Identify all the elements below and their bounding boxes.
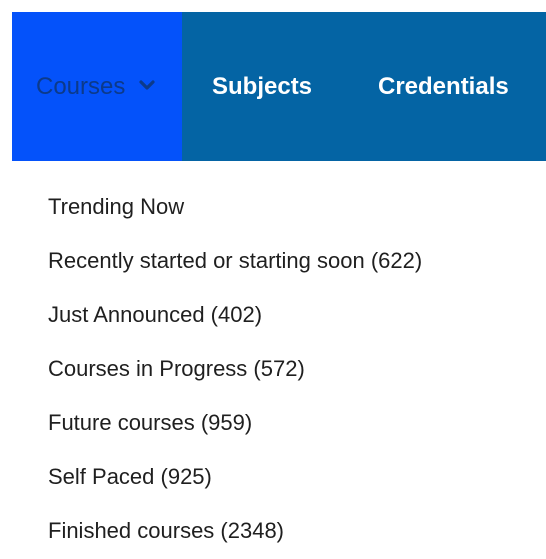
chevron-down-icon: [139, 77, 155, 93]
menu-item-just-announced[interactable]: Just Announced (402): [48, 288, 422, 342]
menu-item-self-paced[interactable]: Self Paced (925): [48, 450, 422, 504]
nav-credentials-label: Credentials: [378, 72, 509, 100]
menu-item-future-courses[interactable]: Future courses (959): [48, 396, 422, 450]
nav-credentials[interactable]: Credentials: [352, 12, 509, 161]
menu-item-courses-in-progress[interactable]: Courses in Progress (572): [48, 342, 422, 396]
courses-dropdown-menu: Trending Now Recently started or startin…: [48, 180, 422, 558]
menu-item-recently-started[interactable]: Recently started or starting soon (622): [48, 234, 422, 288]
menu-item-trending-now[interactable]: Trending Now: [48, 180, 422, 234]
top-navbar: Courses Subjects Credentials: [12, 12, 546, 161]
nav-subjects[interactable]: Subjects: [182, 12, 352, 161]
nav-subjects-label: Subjects: [212, 72, 313, 100]
nav-courses-label: Courses: [36, 72, 126, 100]
page: Courses Subjects Credentials Trending No…: [0, 0, 546, 559]
menu-item-finished-courses[interactable]: Finished courses (2348): [48, 504, 422, 558]
nav-courses[interactable]: Courses: [12, 12, 182, 161]
